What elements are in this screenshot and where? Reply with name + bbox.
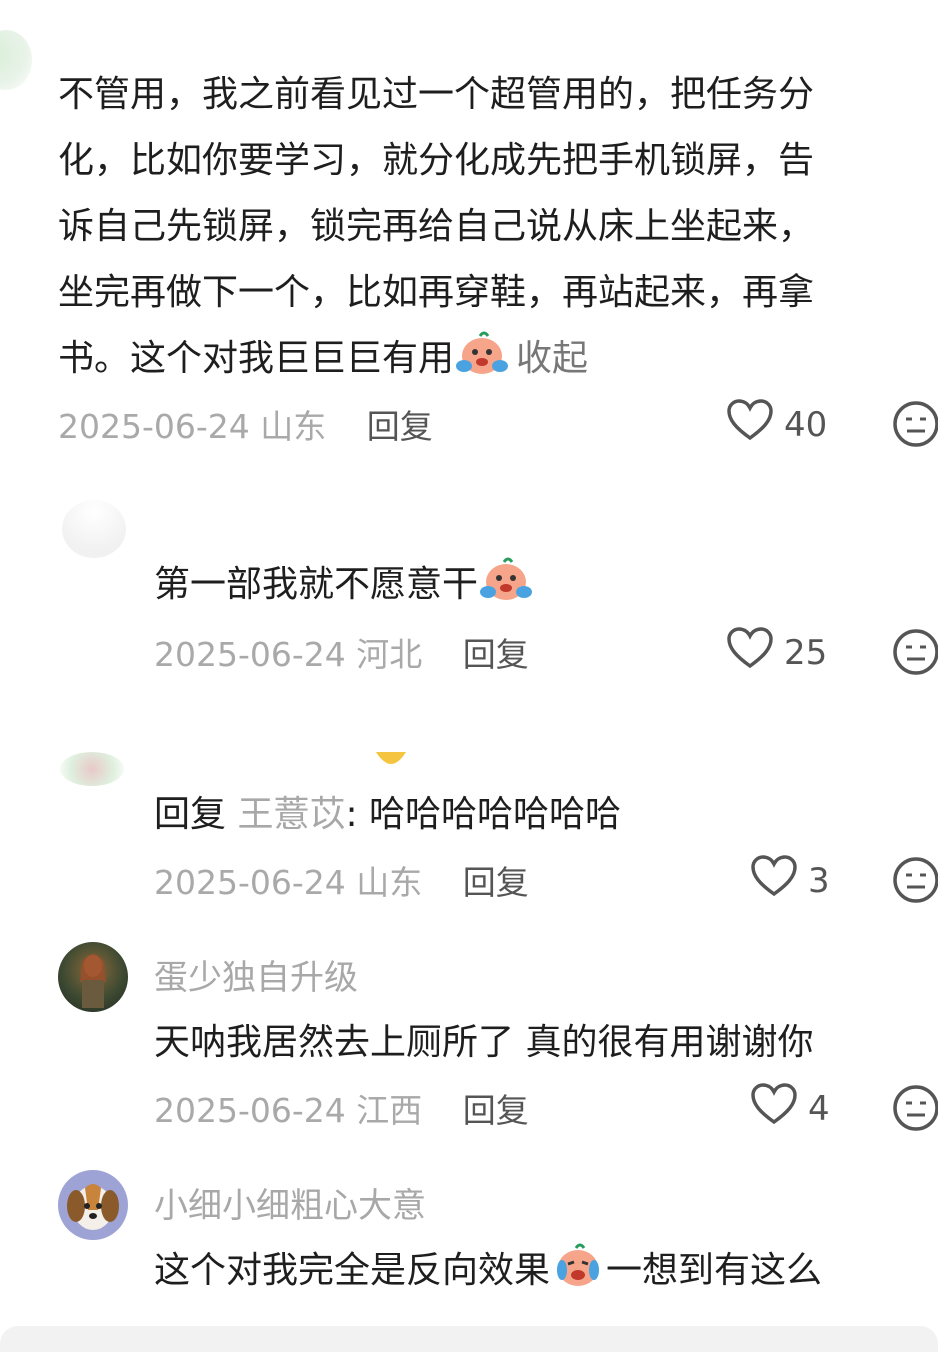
- reply-button[interactable]: 回复: [463, 635, 529, 674]
- reply-button[interactable]: 回复: [367, 407, 433, 446]
- meh-face-icon[interactable]: [892, 628, 938, 680]
- comment-body: 天呐我居然去上厕所了 真的很有用谢谢你: [154, 1022, 814, 1063]
- crying-face-emoji: [550, 1240, 606, 1312]
- comment-line: 诉自己先锁屏，锁完再给自己说从床上坐起来，: [58, 206, 815, 247]
- comment-body: 第一部我就不愿意干: [154, 564, 479, 605]
- reply-to-username[interactable]: 王薏苡: [237, 794, 345, 835]
- comment-location: 河北: [356, 635, 423, 674]
- collapse-link[interactable]: 收起: [516, 338, 588, 379]
- comment-date: 2025-06-24: [154, 1091, 346, 1130]
- like-count: 4: [808, 1088, 830, 1129]
- comment-date: 2025-06-24: [154, 863, 346, 902]
- heart-outline-icon: [726, 626, 774, 679]
- comment-text: 这个对我完全是反向效果 一想到有这么: [154, 1238, 822, 1312]
- comment-text: 回复 王薏苡: 哈哈哈哈哈哈哈: [154, 782, 621, 848]
- comment-date: 2025-06-24: [154, 635, 346, 674]
- like-button[interactable]: 25: [726, 626, 827, 679]
- comment-line: 坐完再做下一个，比如再穿鞋，再站起来，再拿: [58, 272, 815, 313]
- badge-icon: [374, 750, 408, 776]
- like-count: 40: [784, 404, 828, 445]
- comment-meta: 2025-06-24 山东 回复: [58, 400, 433, 448]
- comment-text: 天呐我居然去上厕所了 真的很有用谢谢你: [154, 1010, 813, 1076]
- like-button[interactable]: 40: [726, 398, 827, 451]
- comment-body: : 哈哈哈哈哈哈哈: [345, 794, 622, 835]
- reply-prefix: 回复: [154, 794, 227, 835]
- avatar[interactable]: [58, 942, 128, 1012]
- comment-meta: 2025-06-24 山东 回复: [154, 856, 529, 904]
- avatar-partial-top[interactable]: [0, 30, 32, 90]
- crying-face-emoji: [478, 554, 534, 626]
- like-count: 3: [808, 860, 830, 901]
- comment-body-continued: 一想到有这么: [606, 1250, 823, 1291]
- avatar-partial[interactable]: [62, 500, 126, 558]
- comment-username[interactable]: 蛋少独自升级: [154, 950, 358, 999]
- avatar[interactable]: [58, 1170, 128, 1240]
- bottom-bar: [0, 1326, 938, 1352]
- comment-body: 这个对我完全是反向效果: [154, 1250, 551, 1291]
- meh-face-icon[interactable]: [892, 1084, 938, 1136]
- comment-line-text: 书。这个对我巨巨巨有用: [58, 338, 455, 379]
- meh-face-icon[interactable]: [892, 400, 938, 452]
- comment-location: 山东: [260, 407, 327, 446]
- reply-button[interactable]: 回复: [463, 1091, 529, 1130]
- comment-location: 山东: [356, 863, 423, 902]
- reply-button[interactable]: 回复: [463, 863, 529, 902]
- heart-outline-icon: [750, 1082, 798, 1135]
- like-button[interactable]: 3: [750, 854, 830, 907]
- comment-line: 化，比如你要学习，就分化成先把手机锁屏，告: [58, 140, 815, 181]
- comment-location: 江西: [356, 1091, 423, 1130]
- crying-face-emoji: [454, 328, 510, 400]
- comment-line-last: 书。这个对我巨巨巨有用 收起: [58, 326, 938, 400]
- comment-text: 第一部我就不愿意干: [154, 552, 534, 626]
- like-count: 25: [784, 632, 828, 673]
- comment-username[interactable]: 小细小细粗心大意: [154, 1178, 426, 1227]
- avatar-partial[interactable]: [60, 752, 124, 786]
- meh-face-icon[interactable]: [892, 856, 938, 908]
- heart-outline-icon: [726, 398, 774, 451]
- comment-meta: 2025-06-24 河北 回复: [154, 628, 529, 676]
- comment-text: 不管用，我之前看见过一个超管用的，把任务分 化，比如你要学习，就分化成先把手机锁…: [58, 62, 938, 400]
- comment-meta: 2025-06-24 江西 回复: [154, 1084, 529, 1132]
- heart-outline-icon: [750, 854, 798, 907]
- comment-line: 不管用，我之前看见过一个超管用的，把任务分: [58, 74, 815, 115]
- like-button[interactable]: 4: [750, 1082, 830, 1135]
- comment-date: 2025-06-24: [58, 407, 250, 446]
